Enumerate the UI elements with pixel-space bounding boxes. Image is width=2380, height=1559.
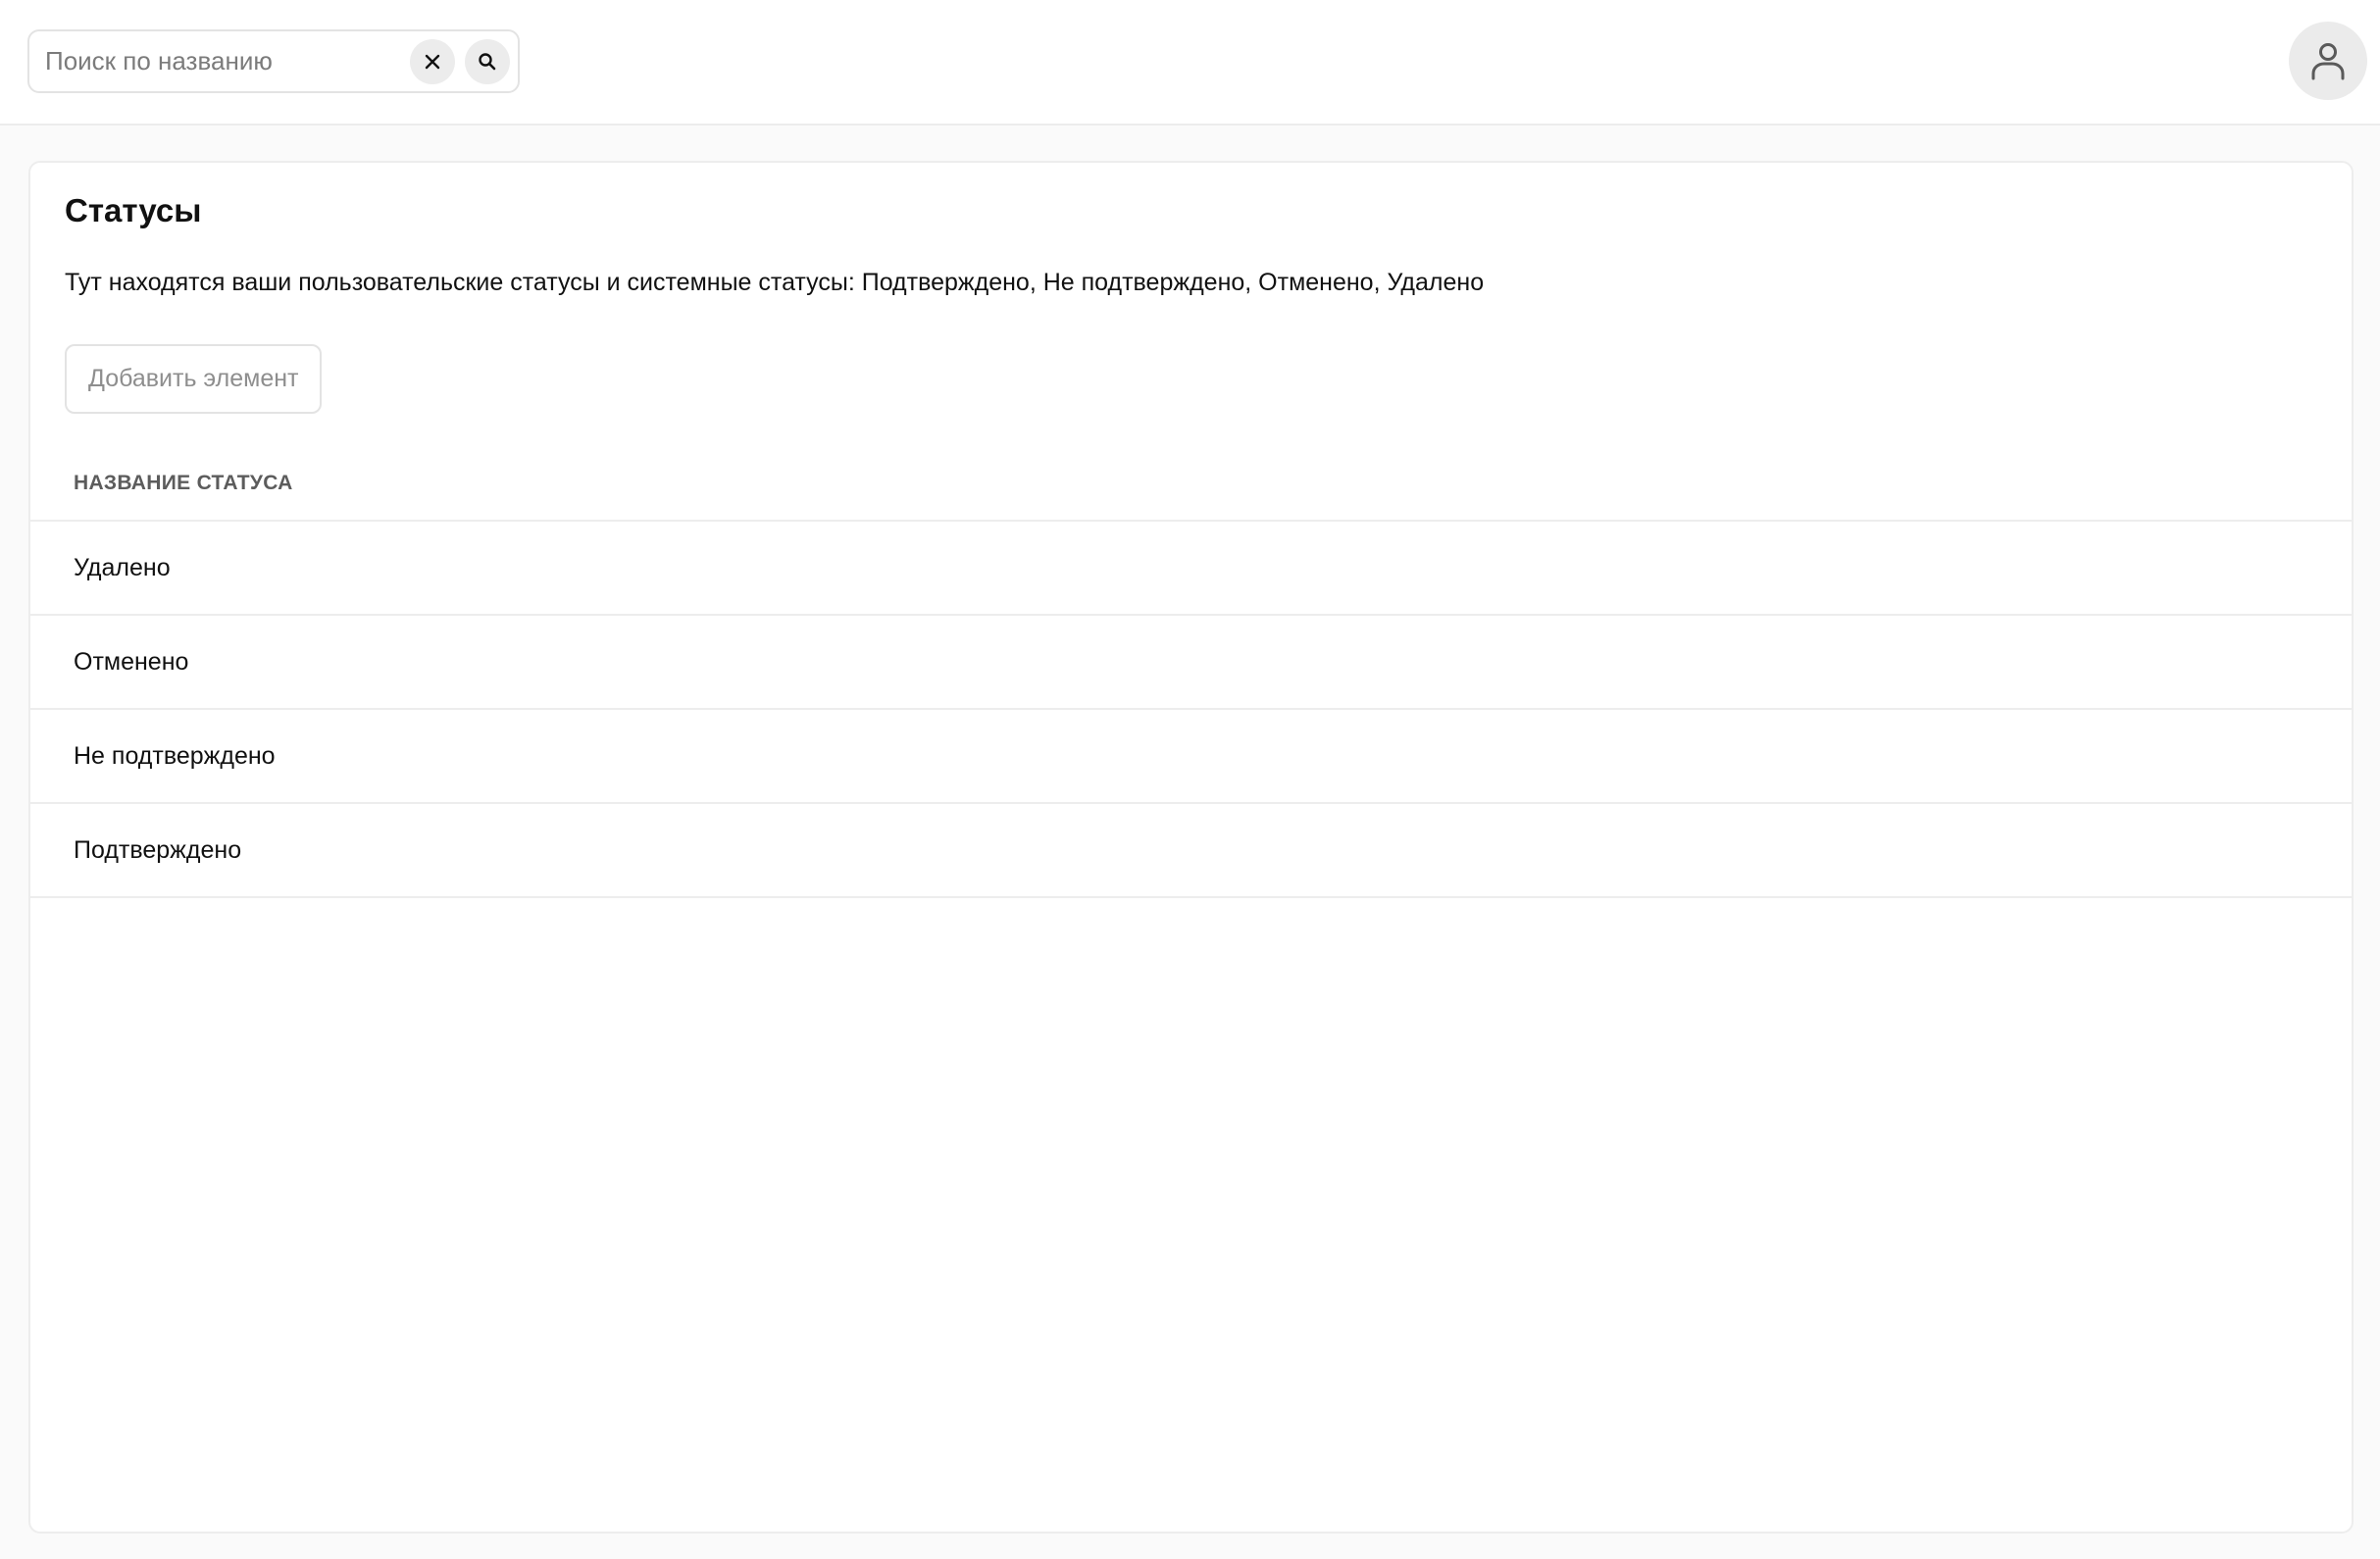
search-input[interactable] — [45, 31, 428, 91]
page-title: Статусы — [65, 192, 202, 228]
table-row[interactable]: Не подтверждено — [30, 710, 2352, 804]
table-row[interactable]: Подтверждено — [30, 804, 2352, 898]
statuses-card: Статусы Тут находятся ваши пользовательс… — [28, 161, 2354, 1534]
statuses-table: НАЗВАНИЕ СТАТУСА Удалено Отменено Не под… — [30, 447, 2352, 898]
table-row[interactable]: Отменено — [30, 616, 2352, 710]
search-icon — [479, 53, 496, 71]
status-name: Не подтверждено — [74, 741, 276, 770]
table-row[interactable]: Удалено — [30, 522, 2352, 616]
user-icon — [2311, 43, 2345, 80]
search-box — [27, 29, 520, 93]
add-item-button[interactable]: Добавить элемент — [65, 344, 323, 414]
clear-search-button[interactable] — [410, 39, 455, 84]
column-header-status-name: НАЗВАНИЕ СТАТУСА — [74, 472, 293, 494]
user-avatar-button[interactable] — [2289, 22, 2367, 100]
table-header: НАЗВАНИЕ СТАТУСА — [30, 447, 2352, 522]
status-name: Подтверждено — [74, 835, 242, 864]
close-icon — [425, 54, 440, 70]
search-button[interactable] — [465, 39, 510, 84]
page-description: Тут находятся ваши пользовательские стат… — [65, 269, 1485, 296]
top-bar — [0, 0, 2380, 126]
status-name: Отменено — [74, 647, 189, 676]
status-name: Удалено — [74, 553, 171, 581]
